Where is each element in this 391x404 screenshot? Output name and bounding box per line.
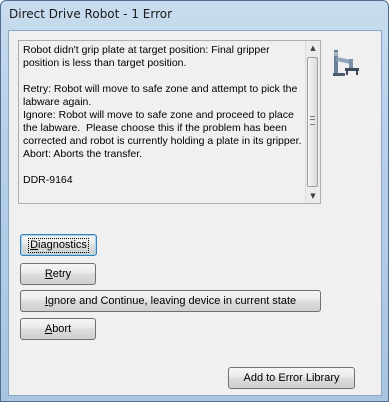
message-scrollbar[interactable]: ▲ ▼ xyxy=(305,41,320,203)
retry-button[interactable]: Retry xyxy=(20,263,96,285)
robot-arm-icon xyxy=(331,48,361,78)
window-title: Direct Drive Robot - 1 Error xyxy=(9,7,173,21)
retry-mnemonic: R xyxy=(44,268,53,280)
dialog-client-area: Robot didn't grip plate at target positi… xyxy=(8,30,382,396)
abort-button[interactable]: Abort xyxy=(20,318,96,340)
chevron-up-icon[interactable]: ▲ xyxy=(306,41,320,55)
error-message-box[interactable]: Robot didn't grip plate at target positi… xyxy=(18,40,321,204)
grip-icon xyxy=(310,116,315,125)
chevron-down-icon[interactable]: ▼ xyxy=(306,189,320,203)
diagnostics-button[interactable]: Diagnostics xyxy=(20,234,97,256)
error-dialog-window: Direct Drive Robot - 1 Error Robot didn'… xyxy=(0,0,389,402)
add-to-error-library-button[interactable]: Add to Error Library xyxy=(228,367,355,389)
abort-label: bort xyxy=(52,323,72,335)
ignore-label: gnore and Continue, leaving device in cu… xyxy=(47,295,297,307)
scrollbar-thumb[interactable] xyxy=(307,57,318,187)
error-message-text: Robot didn't grip plate at target positi… xyxy=(23,44,302,186)
diagnostics-label: iagnostics xyxy=(38,239,87,251)
title-bar[interactable]: Direct Drive Robot - 1 Error xyxy=(1,1,388,29)
retry-label: etry xyxy=(52,268,72,280)
diagnostics-mnemonic: D xyxy=(30,239,39,251)
ignore-and-continue-button[interactable]: Ignore and Continue, leaving device in c… xyxy=(20,290,321,312)
add-to-error-library-label: Add to Error Library xyxy=(243,372,340,384)
